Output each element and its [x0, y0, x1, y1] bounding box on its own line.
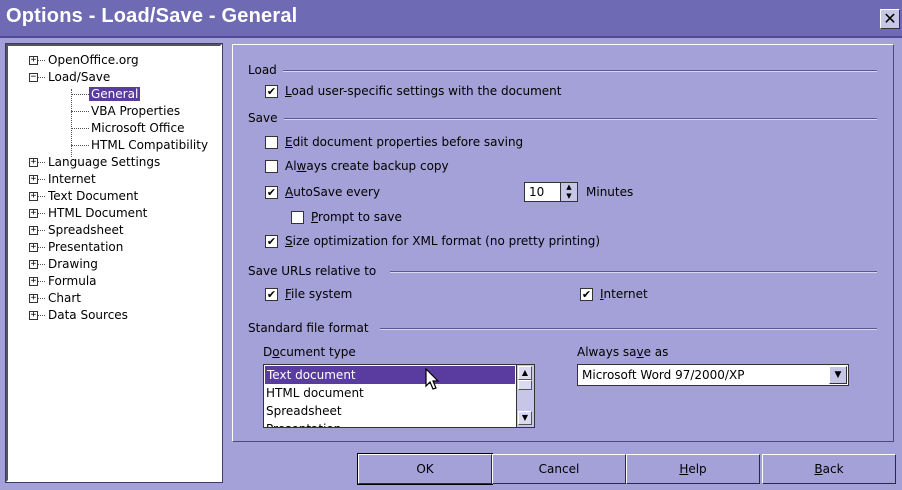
tree-item-label: VBA Properties [91, 104, 181, 118]
list-item[interactable]: Presentation [266, 420, 341, 427]
close-button[interactable]: ✕ [880, 9, 900, 29]
checkbox-label: Always create backup copy [285, 159, 449, 173]
expand-icon[interactable]: + [29, 192, 38, 201]
tree-item-load-save[interactable]: − Load/Save [8, 69, 220, 86]
section-save: Save [248, 111, 278, 125]
tree-item-openoffice[interactable]: + OpenOffice.org [8, 52, 220, 69]
checkbox-box[interactable]: ✔ [580, 288, 593, 301]
ok-button[interactable]: OK [357, 453, 493, 485]
tree-item-language-settings[interactable]: + Language Settings [8, 154, 220, 171]
tree-item-label: Chart [48, 291, 81, 305]
scroll-thumb[interactable] [518, 380, 532, 390]
checkbox-box[interactable] [265, 160, 278, 173]
always-save-as-select[interactable]: Microsoft Word 97/2000/XP ▼ [577, 364, 849, 386]
close-icon: ✕ [883, 9, 897, 28]
expand-icon[interactable]: + [29, 175, 38, 184]
chevron-down-icon[interactable]: ▼ [561, 192, 577, 201]
autosave-minutes-stepper[interactable]: 10 ▲ ▼ [524, 182, 578, 202]
stepper-buttons[interactable]: ▲ ▼ [560, 183, 577, 201]
checkbox-box[interactable]: ✔ [265, 235, 278, 248]
always-save-as-label: Always save as [577, 345, 669, 359]
expand-icon[interactable]: + [29, 56, 38, 65]
tree-item-label: Text Document [48, 189, 139, 203]
help-button[interactable]: Help [626, 454, 760, 484]
expand-icon[interactable]: + [29, 158, 38, 167]
tree-item-label: Formula [48, 274, 97, 288]
checkbox-box[interactable]: ✔ [265, 85, 278, 98]
tree-item-label: OpenOffice.org [48, 53, 139, 67]
expand-icon[interactable]: + [29, 209, 38, 218]
chevron-up-icon[interactable]: ▲ [561, 183, 577, 192]
minutes-label: Minutes [586, 185, 634, 199]
tree-item-label: Data Sources [48, 308, 128, 322]
section-standard-format: Standard file format [248, 321, 369, 335]
tree-item-label: Spreadsheet [48, 223, 124, 237]
checkbox-label: Internet [600, 287, 648, 301]
expand-icon[interactable]: + [29, 277, 38, 286]
tree-item-html-document[interactable]: + HTML Document [8, 205, 220, 222]
checkbox-label: File system [285, 287, 353, 301]
tree-item-label: Drawing [48, 257, 98, 271]
checkbox-label: Size optimization for XML format (no pre… [285, 234, 601, 248]
scroll-down-icon[interactable]: ▼ [518, 411, 532, 425]
expand-icon[interactable]: + [29, 311, 38, 320]
back-button[interactable]: Back [762, 454, 896, 484]
expand-icon[interactable]: + [29, 243, 38, 252]
tree-item-label: Language Settings [48, 155, 161, 169]
tree-item-general[interactable]: General [8, 86, 220, 103]
tree-item-label: Microsoft Office [91, 121, 185, 135]
checkbox-label: Edit document properties before saving [285, 135, 524, 149]
section-divider [283, 70, 877, 72]
window-title: Options - Load/Save - General [6, 5, 298, 27]
collapse-icon[interactable]: − [29, 73, 38, 82]
tree-item-vba-properties[interactable]: VBA Properties [8, 103, 220, 120]
title-bar: Options - Load/Save - General ✕ [0, 0, 902, 38]
options-tree[interactable]: + OpenOffice.org − Load/Save General VBA… [5, 43, 223, 483]
tree-item-spreadsheet[interactable]: + Spreadsheet [8, 222, 220, 239]
mouse-cursor-icon [425, 368, 440, 390]
document-type-list[interactable]: Text document HTML document Spreadsheet … [263, 364, 535, 428]
scroll-up-icon[interactable]: ▲ [518, 366, 532, 380]
tree-item-text-document[interactable]: + Text Document [8, 188, 220, 205]
document-type-label: Document type [263, 345, 356, 359]
section-load: Load [248, 63, 277, 77]
checkbox-box[interactable] [291, 211, 304, 224]
tree-item-label: General [89, 87, 141, 101]
tree-item-label: HTML Document [48, 206, 148, 220]
tree-item-microsoft-office[interactable]: Microsoft Office [8, 120, 220, 137]
tree-item-internet[interactable]: + Internet [8, 171, 220, 188]
expand-icon[interactable]: + [29, 260, 38, 269]
expand-icon[interactable]: + [29, 226, 38, 235]
section-divider [390, 271, 877, 273]
tree-item-label: Load/Save [48, 70, 111, 84]
tree-item-formula[interactable]: + Formula [8, 273, 220, 290]
tree-item-label: Internet [48, 172, 96, 186]
tree-item-html-compatibility[interactable]: HTML Compatibility [8, 137, 220, 154]
tree-item-drawing[interactable]: + Drawing [8, 256, 220, 273]
checkbox-label: AutoSave every [285, 185, 381, 199]
tree-item-label: Presentation [48, 240, 124, 254]
select-value: Microsoft Word 97/2000/XP [582, 368, 745, 382]
tree-item-label: HTML Compatibility [91, 138, 209, 152]
checkbox-label: Prompt to save [311, 210, 402, 224]
list-item[interactable]: Spreadsheet [266, 402, 342, 420]
checkbox-box[interactable]: ✔ [265, 186, 278, 199]
tree-item-data-sources[interactable]: + Data Sources [8, 307, 220, 324]
tree-item-chart[interactable]: + Chart [8, 290, 220, 307]
checkbox-box[interactable]: ✔ [265, 288, 278, 301]
checkbox-label: Load user-specific settings with the doc… [285, 84, 562, 98]
list-item[interactable]: Text document [265, 366, 515, 384]
expand-icon[interactable]: + [29, 294, 38, 303]
chevron-down-icon[interactable]: ▼ [829, 366, 847, 384]
list-scrollbar[interactable]: ▲ ▼ [516, 365, 534, 427]
checkbox-box[interactable] [265, 136, 278, 149]
section-save-urls: Save URLs relative to [248, 264, 377, 278]
cancel-button[interactable]: Cancel [492, 454, 626, 484]
list-item[interactable]: HTML document [266, 384, 364, 402]
stepper-value[interactable]: 10 [529, 185, 544, 199]
tree-item-presentation[interactable]: + Presentation [8, 239, 220, 256]
section-divider [380, 328, 877, 330]
section-divider [284, 118, 877, 120]
